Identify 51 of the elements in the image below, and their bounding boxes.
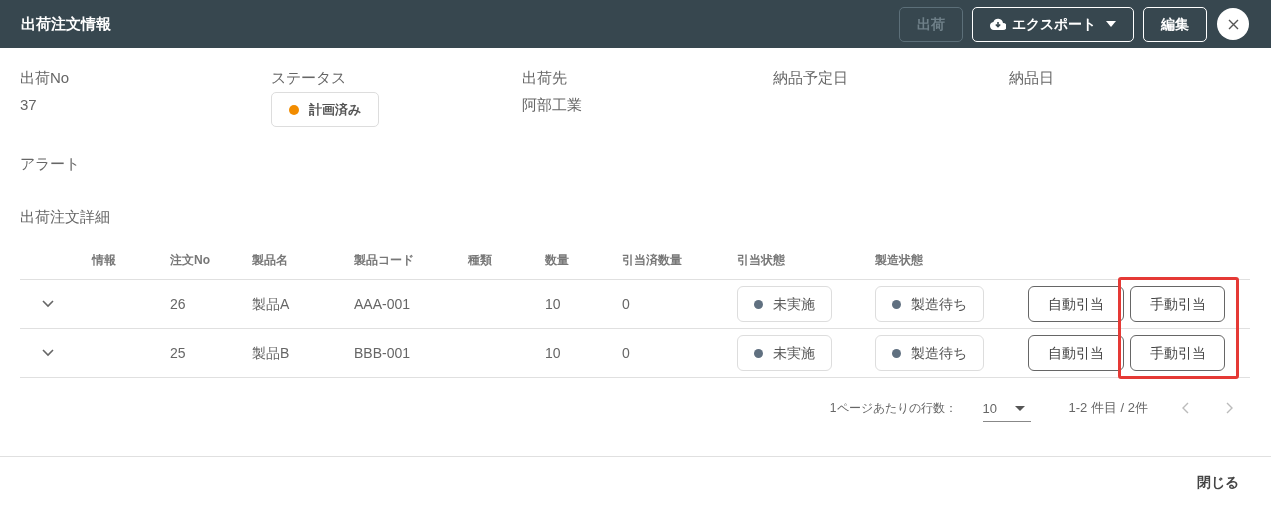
table-cell: 10 [545,344,561,361]
cloud-download-icon [990,18,1006,30]
column-header: 製品名 [252,251,289,269]
status-chip: 未実施 [737,286,832,322]
table-cell: 0 [622,344,630,361]
table-cell: AAA-001 [354,295,411,312]
column-header: 引当済数量 [622,251,683,269]
field-value: 阿部工業 [522,95,583,115]
page-range: 1-2 件目 / 2件 [1068,399,1148,418]
export-button[interactable]: エクスポート [972,6,1134,42]
chevron-down-icon[interactable] [42,349,54,357]
rows-per-page-select[interactable]: 10 [982,394,1031,422]
column-header: 注文No [170,251,211,269]
status-chip: 製造待ち [875,335,984,371]
field-label: 納品予定日 [773,68,849,88]
table-cell: 25 [170,344,186,361]
table-cell: 製品B [252,344,290,361]
window-title: 出荷注文情報 [21,13,111,34]
table-cell: 10 [545,295,561,312]
field-label: ステータス [271,68,347,88]
table-cell: 0 [622,295,630,312]
column-header: 引当状態 [737,251,786,269]
column-header: 製造状態 [875,251,924,269]
close-button[interactable]: 閉じる [1195,468,1241,497]
close-button[interactable] [1217,8,1249,40]
status-chip: 計画済み [271,92,379,127]
table-cell: BBB-001 [354,344,411,361]
auto-allocate-button[interactable]: 自動引当 [1028,286,1124,322]
field-label: 出荷先 [522,68,568,88]
manual-allocate-button[interactable]: 手動引当 [1130,286,1225,322]
caret-icon [1106,21,1116,27]
manual-allocate-button[interactable]: 手動引当 [1130,335,1225,371]
auto-allocate-button[interactable]: 自動引当 [1028,335,1124,371]
section-label: アラート [19,154,81,174]
field-value: 37 [20,95,38,115]
column-header: 数量 [545,251,570,269]
column-header: 種類 [468,251,493,269]
caret-icon [1015,406,1025,411]
close-icon [1227,18,1239,30]
rows-per-page-label: 1ページあたりの行数： [829,400,957,417]
field-label: 納品日 [1009,68,1055,88]
status-chip: 未実施 [737,335,832,371]
chevron-down-icon[interactable] [42,300,54,308]
table-cell: 26 [170,295,186,312]
column-header: 情報 [92,251,117,269]
column-header: 製品コード [354,251,415,269]
field-label: 出荷No [20,68,71,88]
table-cell: 製品A [252,295,290,312]
edit-button[interactable]: 編集 [1143,6,1207,42]
status-chip: 製造待ち [875,286,984,322]
section-title: 出荷注文詳細 [19,207,111,227]
